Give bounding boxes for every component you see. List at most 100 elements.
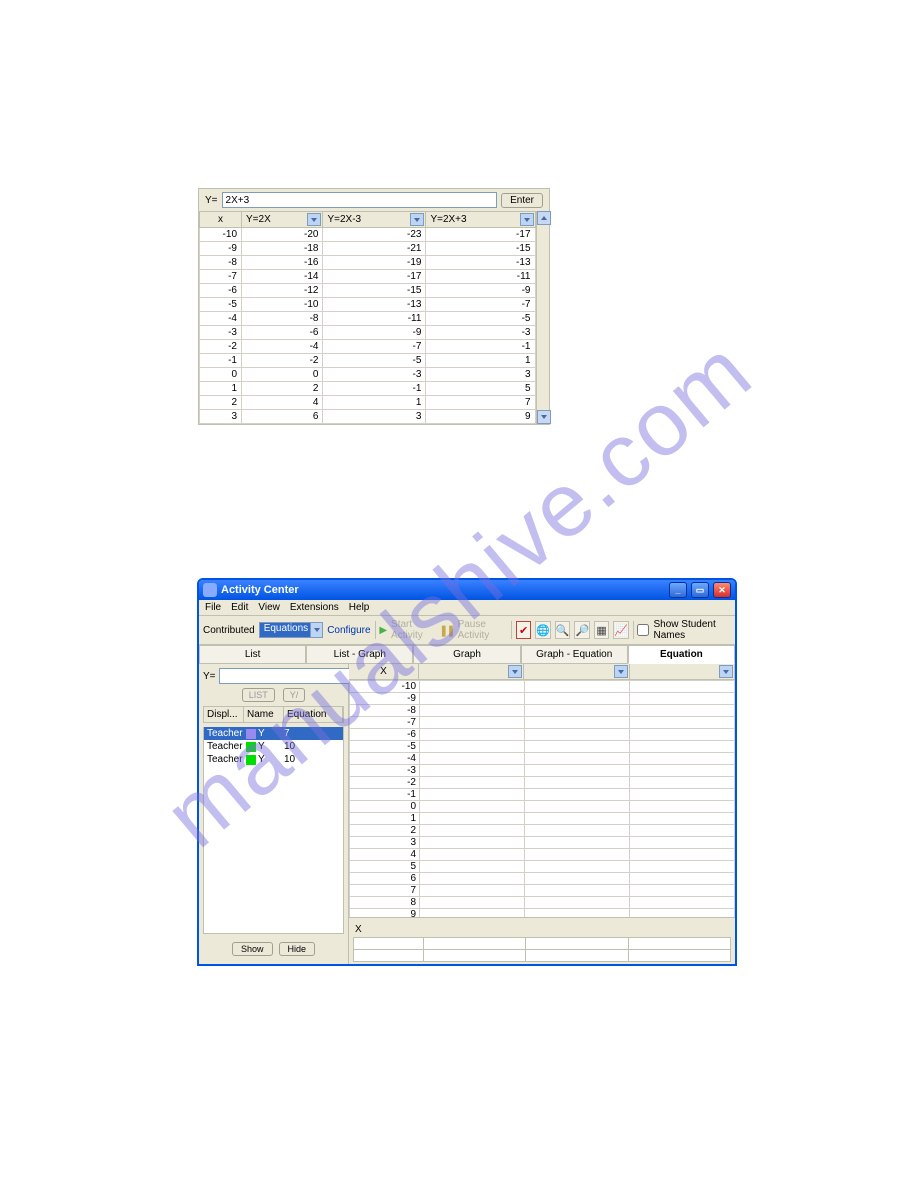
table-row: -9: [350, 693, 735, 705]
list-item[interactable]: TeacherY10: [204, 753, 343, 766]
equation-input[interactable]: [222, 192, 498, 208]
y-column-3[interactable]: [630, 664, 735, 679]
dropdown-icon[interactable]: [310, 623, 322, 637]
dropdown-icon[interactable]: [410, 213, 424, 226]
equation-table: x Y=2X Y=2X-3 Y=2X+3 -10-20-23-17-9-18-2…: [199, 211, 536, 424]
table-row: -7: [350, 717, 735, 729]
tab-bar: ListList - GraphGraphGraph - EquationEqu…: [199, 645, 735, 664]
tool-zoom-in-icon[interactable]: 🔍: [555, 621, 571, 639]
play-icon: ▶: [379, 625, 387, 636]
yfrac-button[interactable]: Y/: [283, 688, 306, 702]
menu-help[interactable]: Help: [349, 602, 370, 613]
list-button[interactable]: LIST: [242, 688, 275, 702]
table-row: 0: [350, 801, 735, 813]
enter-button[interactable]: Enter: [501, 193, 543, 208]
contributed-label: Contributed: [203, 625, 255, 636]
show-student-names-label: Show Student Names: [653, 619, 730, 641]
tab-equation[interactable]: Equation: [628, 645, 735, 664]
col-y1[interactable]: Y=2X: [242, 212, 323, 228]
pause-icon: ❚❚: [439, 624, 453, 637]
tool-check-icon[interactable]: ✔: [516, 621, 531, 639]
contributed-select[interactable]: Equations: [259, 622, 323, 638]
left-pane: Y= Add LIST Y/ Displ... Name Equation Te…: [199, 664, 349, 964]
table-row: -6: [350, 729, 735, 741]
equation-list-header: Displ... Name Equation: [203, 706, 344, 723]
table-row: 12-15: [200, 382, 536, 396]
table-row: 5: [350, 861, 735, 873]
tool-zoom-world-icon[interactable]: 🌐: [535, 621, 551, 639]
color-swatch: [246, 742, 256, 752]
table-row: -4-8-11-5: [200, 312, 536, 326]
activity-center-window: Activity Center _ ▭ ✕ File Edit View Extens…: [197, 578, 737, 966]
scroll-down-icon[interactable]: [537, 410, 551, 424]
table-row: -5-10-13-7: [200, 298, 536, 312]
table-row: -2: [350, 777, 735, 789]
menu-edit[interactable]: Edit: [231, 602, 248, 613]
tool-grid-icon[interactable]: ▦: [594, 621, 609, 639]
dropdown-icon[interactable]: [307, 213, 321, 226]
table-row: -2-4-7-1: [200, 340, 536, 354]
summary-x-label: X: [353, 924, 731, 935]
tab-graph[interactable]: Graph: [413, 645, 520, 664]
summary-table: [353, 937, 731, 962]
menu-file[interactable]: File: [205, 602, 221, 613]
dropdown-icon[interactable]: [614, 665, 628, 678]
col-y3[interactable]: Y=2X+3: [426, 212, 535, 228]
data-table-header: X: [349, 664, 735, 680]
dropdown-icon[interactable]: [508, 665, 522, 678]
minimize-button[interactable]: _: [669, 582, 687, 598]
table-row: 2: [350, 825, 735, 837]
scrollbar[interactable]: [536, 211, 550, 424]
y-equals-label: Y=: [205, 195, 218, 206]
hide-button[interactable]: Hide: [279, 942, 316, 956]
equation-list[interactable]: TeacherY7TeacherY10TeacherY10: [203, 727, 344, 934]
dropdown-icon[interactable]: [719, 665, 733, 678]
table-row: -10-20-23-17: [200, 228, 536, 242]
table-row: 4: [350, 849, 735, 861]
pause-activity-button: Pause Activity: [458, 619, 508, 641]
y-equals-label: Y=: [203, 671, 216, 682]
table-row: -1-2-51: [200, 354, 536, 368]
table-row: 1: [350, 813, 735, 825]
table-row: -8: [350, 705, 735, 717]
tab-graph-equation[interactable]: Graph - Equation: [521, 645, 628, 664]
table-row: -6-12-15-9: [200, 284, 536, 298]
close-button[interactable]: ✕: [713, 582, 731, 598]
show-button[interactable]: Show: [232, 942, 273, 956]
table-row: 2417: [200, 396, 536, 410]
scroll-up-icon[interactable]: [537, 211, 551, 225]
color-swatch: [246, 755, 256, 765]
table-row: -10: [350, 681, 735, 693]
table-row: 8: [350, 897, 735, 909]
table-row: 3639: [200, 410, 536, 424]
tool-zoom-out-icon[interactable]: 🔎: [574, 621, 590, 639]
table-row: -7-14-17-11: [200, 270, 536, 284]
tool-chart-icon[interactable]: 📈: [613, 621, 629, 639]
toolbar: Contributed Equations Configure ▶ Start …: [199, 616, 735, 645]
table-row: 7: [350, 885, 735, 897]
menubar: File Edit View Extensions Help: [199, 600, 735, 616]
y-column-2[interactable]: [524, 664, 629, 679]
window-title: Activity Center: [221, 584, 299, 596]
table-row: -4: [350, 753, 735, 765]
configure-link[interactable]: Configure: [327, 625, 370, 636]
table-row: 6: [350, 873, 735, 885]
y-column-1[interactable]: [419, 664, 524, 679]
start-activity-button: Start Activity: [391, 619, 435, 641]
list-item[interactable]: TeacherY10: [204, 740, 343, 753]
x-column-header: X: [349, 664, 419, 679]
tab-list-graph[interactable]: List - Graph: [306, 645, 413, 664]
tab-list[interactable]: List: [199, 645, 306, 664]
col-y2[interactable]: Y=2X-3: [323, 212, 426, 228]
titlebar[interactable]: Activity Center _ ▭ ✕: [199, 580, 735, 600]
show-student-names-checkbox[interactable]: [637, 624, 649, 636]
equation-table-panel: Y= Enter x Y=2X Y=2X-3 Y=2X+3 -10-20-23-…: [198, 188, 550, 425]
maximize-button[interactable]: ▭: [691, 582, 709, 598]
dropdown-icon[interactable]: [520, 213, 534, 226]
list-item[interactable]: TeacherY7: [204, 727, 343, 740]
menu-extensions[interactable]: Extensions: [290, 602, 339, 613]
summary-area: X: [349, 917, 735, 964]
col-x: x: [200, 212, 242, 228]
right-pane: X -10-9-8-7-6-5-4-3-2-1012345678910 X: [349, 664, 735, 964]
menu-view[interactable]: View: [258, 602, 280, 613]
